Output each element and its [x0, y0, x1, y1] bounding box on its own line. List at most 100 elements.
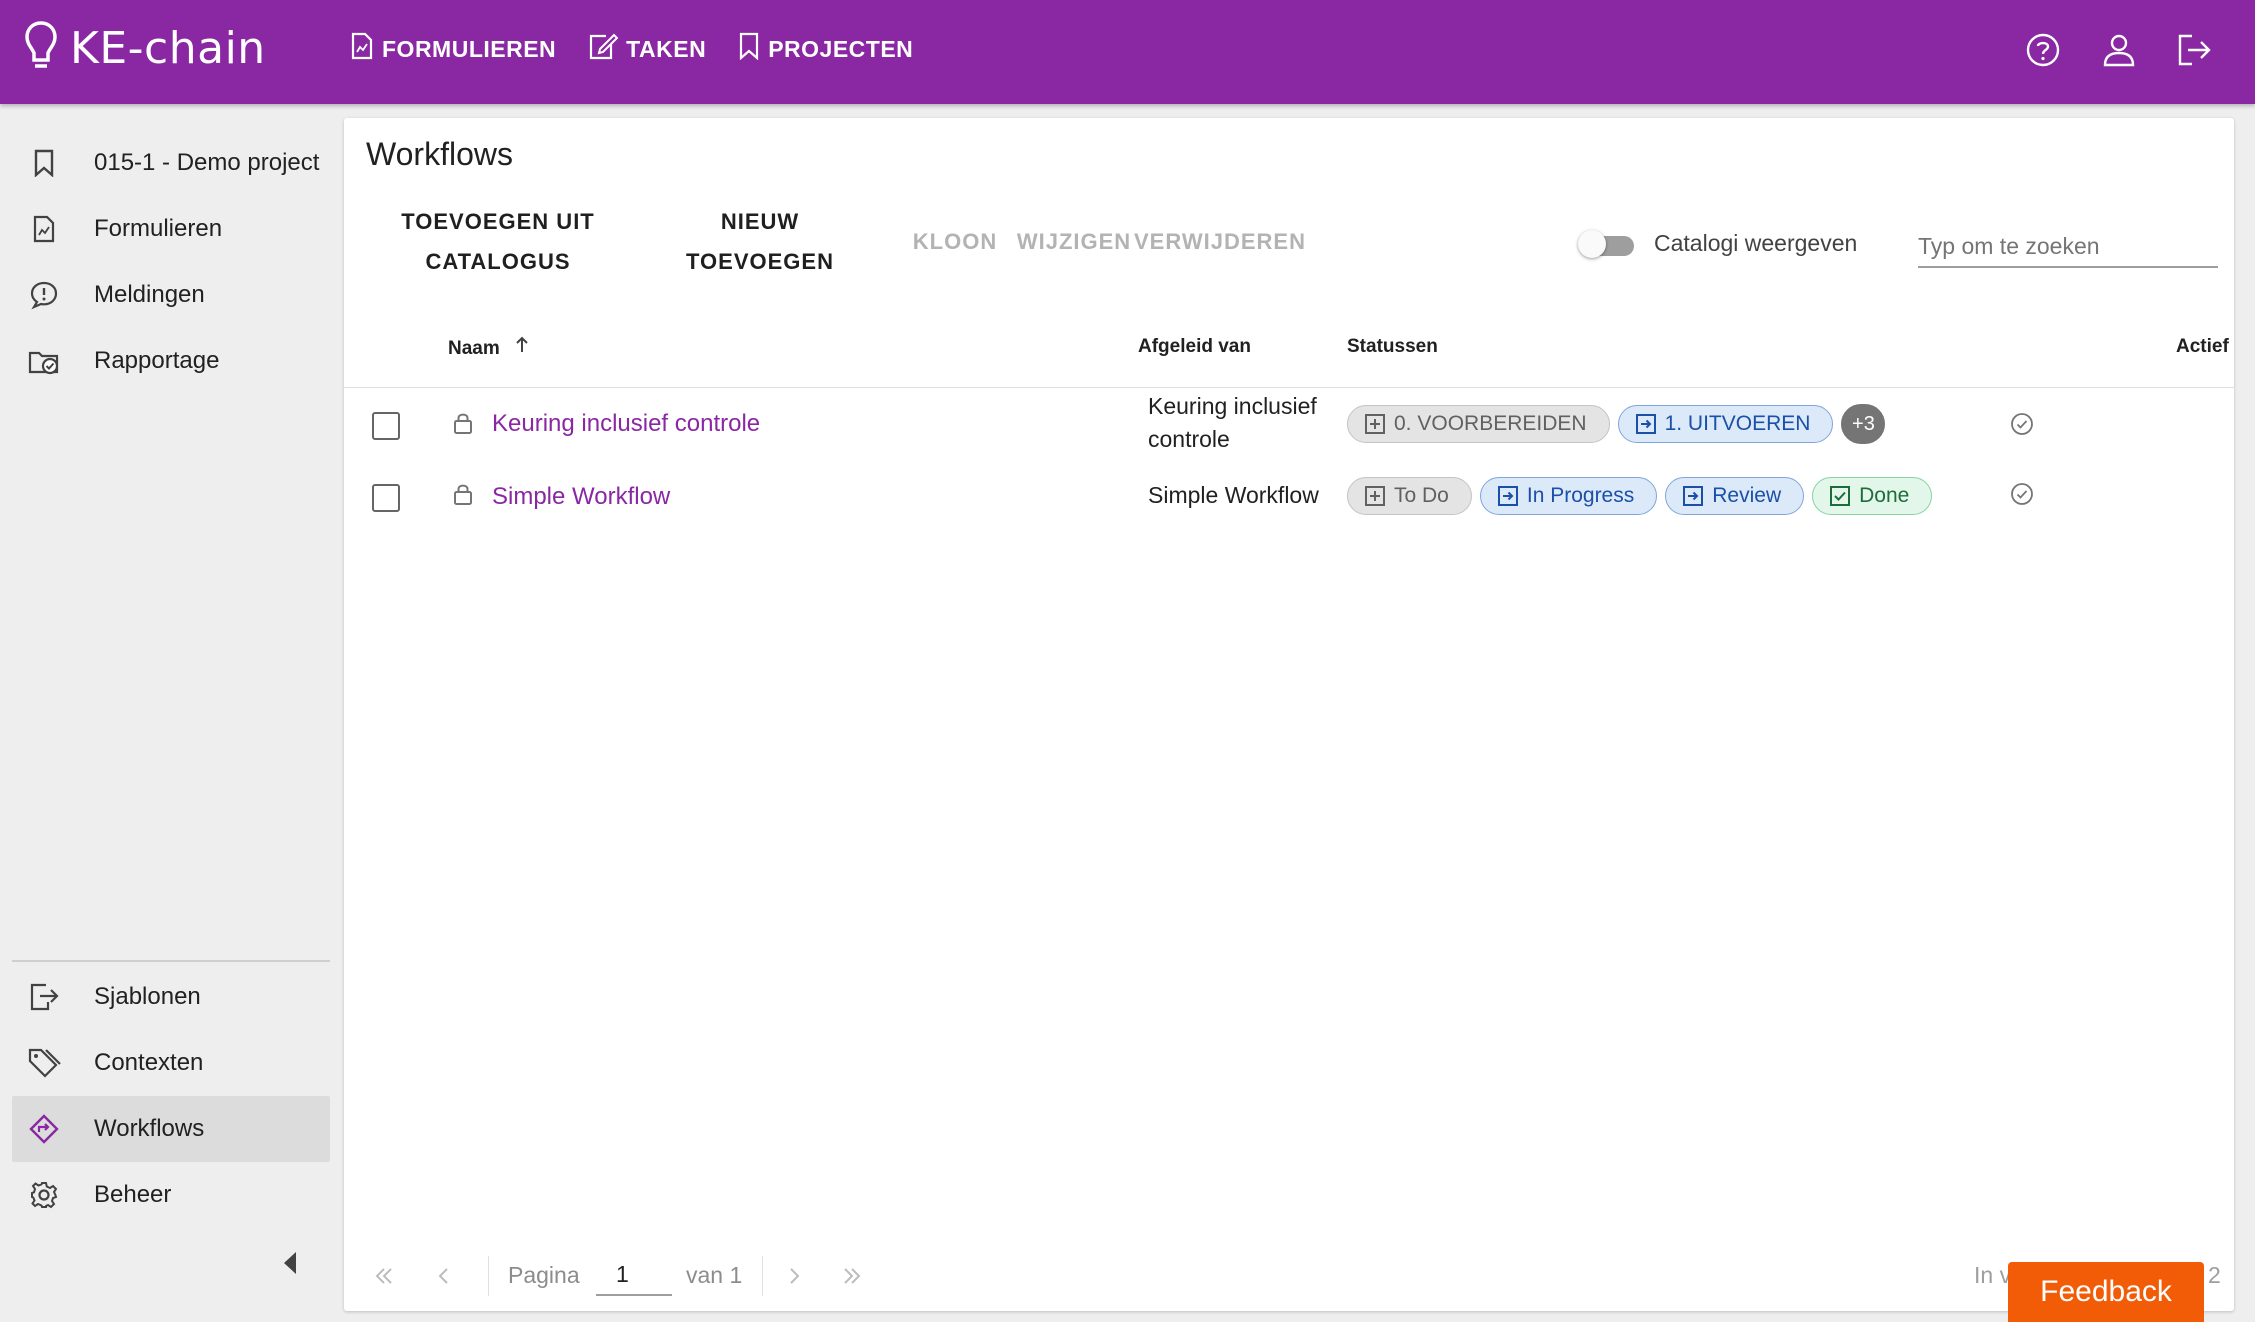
column-header-name[interactable]: Naam	[448, 336, 529, 360]
report-icon	[26, 343, 62, 379]
gear-icon	[26, 1177, 62, 1213]
collapse-sidebar-icon[interactable]	[278, 1248, 302, 1278]
check-circle-icon	[2010, 412, 2034, 436]
clone-button[interactable]: KLOON	[900, 222, 1010, 262]
nav-formulieren[interactable]: FORMULIEREN	[350, 32, 556, 66]
bookmark-icon	[26, 145, 62, 181]
message-alert-icon	[26, 277, 62, 313]
tags-icon	[26, 1045, 62, 1081]
status-chip-label: In Progress	[1526, 484, 1635, 507]
arrow-box-icon	[1635, 413, 1657, 435]
table-header-divider	[344, 387, 2234, 388]
sidebar-item-label: Meldingen	[94, 281, 205, 308]
plus-box-icon	[1364, 413, 1386, 435]
user-icon[interactable]	[2099, 30, 2139, 70]
catalog-toggle[interactable]	[1578, 230, 1634, 258]
sidebar-item-rapportage[interactable]: Rapportage	[12, 328, 330, 394]
form-icon	[26, 211, 62, 247]
template-export-icon	[26, 979, 62, 1015]
workflow-name-link[interactable]: Keuring inclusief controle	[492, 410, 760, 438]
nav-taken-label: TAKEN	[626, 35, 707, 62]
status-chip-label: 1. UITVOEREN	[1664, 412, 1811, 435]
status-chip[interactable]: Review	[1665, 477, 1805, 515]
sidebar-item-label: Workflows	[94, 1115, 205, 1142]
workflow-name-link[interactable]: Simple Workflow	[492, 483, 670, 511]
lightbulb-icon	[24, 20, 58, 77]
derived-from-cell: Simple Workflow	[1148, 479, 1348, 512]
lock-icon	[452, 411, 474, 435]
sidebar-item-meldingen[interactable]: Meldingen	[12, 262, 330, 328]
page-label: Pagina	[508, 1262, 580, 1288]
check-box-icon	[1829, 485, 1851, 507]
sidebar-item-contexten[interactable]: Contexten	[12, 1030, 330, 1096]
status-chip[interactable]: 1. UITVOEREN	[1617, 405, 1834, 443]
sidebar-item-label: Rapportage	[94, 347, 220, 374]
new-label-1: NIEUW	[720, 209, 800, 234]
app-logo[interactable]: KE-chain	[24, 20, 266, 77]
add-from-catalog-label-1: TOEVOEGEN UIT	[401, 209, 595, 234]
row-checkbox[interactable]	[372, 412, 400, 440]
derived-line-1: Keuring inclusief	[1148, 393, 1317, 419]
pager-separator	[762, 1256, 763, 1296]
sidebar: 015-1 - Demo project Formulieren Melding…	[0, 104, 340, 1322]
status-chip[interactable]: 0. VOORBEREIDEN	[1347, 405, 1610, 443]
new-workflow-button[interactable]: NIEUW TOEVOEGEN	[680, 202, 840, 282]
status-chip-label: 0. VOORBEREIDEN	[1394, 412, 1587, 435]
add-from-catalog-button[interactable]: TOEVOEGEN UIT CATALOGUS	[398, 202, 598, 282]
app-name: KE-chain	[70, 23, 266, 74]
sidebar-item-label: Beheer	[94, 1181, 172, 1208]
delete-button[interactable]: VERWIJDEREN	[1134, 222, 1305, 262]
new-label-2: TOEVOEGEN	[686, 249, 834, 274]
sidebar-item-formulieren[interactable]: Formulieren	[12, 196, 330, 262]
derived-line-2: controle	[1148, 426, 1230, 452]
status-chip[interactable]: Done	[1812, 477, 1933, 515]
catalog-toggle-label: Catalogi weergeven	[1654, 230, 1858, 256]
column-header-active[interactable]: Actief	[2176, 336, 2229, 358]
search-input[interactable]	[1918, 226, 2218, 268]
nav-projecten-label: PROJECTEN	[768, 35, 914, 62]
nav-formulieren-label: FORMULIEREN	[382, 35, 557, 62]
check-circle-icon	[2010, 482, 2034, 506]
main-card: Workflows TOEVOEGEN UIT CATALOGUS NIEUW …	[344, 118, 2234, 1311]
row-checkbox[interactable]	[372, 484, 400, 512]
nav-taken[interactable]: TAKEN	[588, 32, 706, 66]
column-header-derived[interactable]: Afgeleid van	[1138, 336, 1251, 358]
top-app-bar: KE-chain FORMULIEREN TAKEN PROJECTEN	[0, 0, 2255, 104]
more-statuses-badge[interactable]: +3	[1841, 404, 1886, 444]
sidebar-item-label: 015-1 - Demo project	[94, 149, 320, 176]
next-page-icon[interactable]	[782, 1264, 806, 1288]
logout-icon[interactable]	[2175, 30, 2215, 70]
record-count-text: In v	[1974, 1262, 2012, 1288]
status-chip-label: Done	[1859, 484, 1910, 507]
lock-icon	[452, 482, 474, 506]
sidebar-item-sjablonen[interactable]: Sjablonen	[12, 964, 330, 1030]
page-number-input[interactable]	[596, 1254, 672, 1296]
page-title: Workflows	[366, 136, 513, 172]
arrow-box-icon	[1682, 485, 1704, 507]
sidebar-item-project[interactable]: 015-1 - Demo project	[12, 130, 330, 196]
record-count-number: 2	[2208, 1262, 2221, 1288]
sidebar-divider	[12, 960, 330, 962]
derived-from-cell: Keuring inclusief controle	[1148, 390, 1348, 456]
toggle-thumb	[1578, 230, 1606, 258]
plus-box-icon	[1364, 485, 1386, 507]
help-circle-icon[interactable]	[2023, 30, 2063, 70]
prev-page-icon[interactable]	[432, 1264, 456, 1288]
status-chips: To Do In Progress Review Done	[1347, 477, 1933, 515]
sidebar-item-label: Contexten	[94, 1049, 204, 1076]
status-chips: 0. VOORBEREIDEN 1. UITVOEREN +3	[1347, 404, 1886, 444]
feedback-button[interactable]: Feedback	[2008, 1262, 2204, 1322]
edit-icon	[588, 32, 619, 66]
column-header-name-label: Naam	[448, 338, 500, 359]
bookmark-icon	[738, 32, 760, 66]
status-chip[interactable]: To Do	[1347, 477, 1472, 515]
last-page-icon[interactable]	[840, 1264, 864, 1288]
edit-button[interactable]: WIJZIGEN	[1004, 222, 1144, 262]
sidebar-item-workflows[interactable]: Workflows	[12, 1096, 330, 1162]
sidebar-item-beheer[interactable]: Beheer	[12, 1162, 330, 1228]
column-header-statuses[interactable]: Statussen	[1347, 336, 1438, 358]
status-chip[interactable]: In Progress	[1479, 477, 1658, 515]
arrow-box-icon	[1497, 485, 1519, 507]
nav-projecten[interactable]: PROJECTEN	[738, 32, 913, 66]
first-page-icon[interactable]	[372, 1264, 396, 1288]
